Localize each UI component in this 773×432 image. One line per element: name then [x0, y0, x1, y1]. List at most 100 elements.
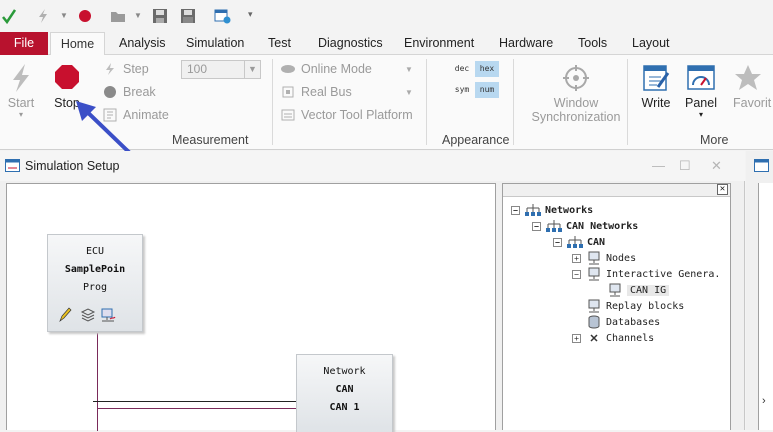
- expand-icon[interactable]: +: [572, 333, 581, 343]
- write-button[interactable]: Write: [637, 63, 675, 110]
- stack-icon[interactable]: [80, 308, 96, 325]
- chevron-down-icon[interactable]: ▼: [134, 11, 142, 20]
- window-synchronization-button[interactable]: Window Synchronization: [530, 63, 622, 124]
- tree-label: Replay blocks: [606, 300, 685, 312]
- tree-label: Networks: [545, 204, 594, 216]
- tree-label: Interactive Genera.: [606, 268, 721, 280]
- tree-item-replay-blocks[interactable]: Replay blocks: [586, 298, 684, 314]
- menu-layout[interactable]: Layout: [632, 36, 670, 50]
- menu-analysis[interactable]: Analysis: [119, 36, 166, 50]
- menu-simulation[interactable]: Simulation: [186, 36, 244, 50]
- network-block-name: CAN 1: [329, 402, 360, 413]
- chevron-right-icon[interactable]: ›: [762, 395, 766, 407]
- tree-item-interactive-generators[interactable]: − Interactive Genera.: [572, 266, 720, 282]
- tree-item-can-networks[interactable]: − CAN Networks: [532, 218, 638, 234]
- configuration-icon[interactable]: [214, 8, 232, 27]
- vector-tool-platform-button[interactable]: Vector Tool Platform: [280, 107, 413, 123]
- network-block-type: Network: [323, 366, 366, 377]
- close-icon[interactable]: ✕: [711, 158, 722, 174]
- save-icon[interactable]: [152, 8, 168, 27]
- menu-home[interactable]: Home: [50, 32, 105, 56]
- minimize-icon[interactable]: —: [652, 158, 665, 173]
- chevron-down-icon[interactable]: ▼: [60, 11, 68, 20]
- format-dec-button[interactable]: dec: [449, 61, 475, 77]
- chevron-down-icon: ▾: [698, 110, 703, 119]
- window-sync-label-2: Synchronization: [531, 110, 621, 124]
- bus-line: [93, 401, 298, 402]
- panel-label: Panel: [685, 96, 717, 110]
- menu-file[interactable]: File: [0, 32, 48, 55]
- stop-icon: [55, 65, 79, 89]
- tree-label: Databases: [606, 316, 661, 328]
- collapse-icon[interactable]: −: [553, 237, 562, 247]
- vector-tool-platform-label: Vector Tool Platform: [301, 108, 413, 122]
- node-icon: [586, 299, 602, 313]
- window-sync-icon: [563, 65, 589, 91]
- start-label: Start: [7, 96, 35, 110]
- tree-panel-header: ✕: [503, 184, 730, 197]
- menu-tools[interactable]: Tools: [578, 36, 607, 50]
- tree-item-networks[interactable]: − Networks: [511, 202, 593, 218]
- step-icon: [102, 61, 118, 77]
- separator: [627, 59, 628, 145]
- step-label: Step: [123, 62, 149, 76]
- stop-small-icon[interactable]: [78, 8, 92, 27]
- separator: [272, 59, 273, 145]
- speed-value: 100: [187, 62, 208, 76]
- step-button[interactable]: Step: [102, 61, 149, 77]
- write-label: Write: [641, 96, 671, 110]
- save-all-icon[interactable]: [180, 8, 196, 27]
- tree-label: CAN IG: [627, 284, 670, 296]
- chevron-down-icon[interactable]: ▼: [405, 65, 413, 74]
- real-bus-button[interactable]: Real Bus: [280, 84, 352, 100]
- collapse-icon[interactable]: −: [532, 221, 541, 231]
- tree-item-can[interactable]: − CAN: [553, 234, 605, 250]
- collapse-icon[interactable]: −: [572, 269, 581, 279]
- format-hex-button[interactable]: hex: [475, 61, 499, 77]
- menu-environment[interactable]: Environment: [404, 36, 474, 50]
- node-config-icon[interactable]: [100, 307, 116, 326]
- favorites-button[interactable]: Favorit: [733, 63, 773, 110]
- online-mode-button[interactable]: Online Mode: [280, 61, 372, 77]
- bus-connection-line: [97, 333, 98, 431]
- network-tree-panel: ✕ − Networks − CAN Networks − CAN + Node…: [502, 183, 731, 430]
- format-num-button[interactable]: num: [475, 82, 499, 98]
- expand-icon[interactable]: +: [572, 253, 581, 263]
- tree-item-channels[interactable]: + Channels: [572, 330, 654, 346]
- chevron-down-icon[interactable]: ▼: [405, 88, 413, 97]
- menu-diagnostics[interactable]: Diagnostics: [318, 36, 383, 50]
- run-check-icon[interactable]: [2, 8, 17, 27]
- speed-combo[interactable]: 100 ▼: [181, 60, 261, 79]
- maximize-icon[interactable]: ☐: [679, 158, 691, 174]
- collapse-icon[interactable]: −: [511, 205, 520, 215]
- favorites-label: Favorit: [733, 96, 772, 110]
- menu-test[interactable]: Test: [268, 36, 291, 50]
- simulation-canvas[interactable]: ECU SamplePoin Prog Network CAN CAN 1: [6, 183, 496, 432]
- panel-icon: [687, 65, 715, 90]
- platform-icon: [280, 107, 296, 123]
- open-folder-icon[interactable]: [110, 8, 126, 27]
- panel-button[interactable]: Panel ▾: [682, 63, 720, 119]
- window-icon: [754, 159, 770, 176]
- format-sym-button[interactable]: sym: [449, 82, 475, 98]
- network-icon: [525, 203, 541, 217]
- menu-hardware[interactable]: Hardware: [499, 36, 553, 50]
- ecu-block-type: ECU: [85, 246, 105, 257]
- customize-toolbar-icon[interactable]: ▾: [248, 9, 253, 20]
- tree-item-can-ig[interactable]: CAN IG: [607, 282, 670, 298]
- chevron-down-icon[interactable]: ▼: [244, 61, 260, 78]
- ecu-block[interactable]: ECU SamplePoin Prog: [47, 234, 143, 332]
- start-button[interactable]: Start ▾: [4, 63, 38, 119]
- tree-item-databases[interactable]: Databases: [586, 314, 660, 330]
- chevron-down-icon: ▾: [18, 110, 23, 119]
- node-icon: [586, 251, 602, 265]
- real-bus-label: Real Bus: [301, 85, 352, 99]
- tree-item-nodes[interactable]: + Nodes: [572, 250, 636, 266]
- pencil-icon[interactable]: [58, 307, 72, 326]
- group-more: More: [700, 133, 729, 147]
- network-block[interactable]: Network CAN CAN 1: [296, 354, 393, 432]
- online-mode-icon: [280, 61, 296, 77]
- tree-label: Channels: [606, 332, 655, 344]
- lightning-icon[interactable]: [37, 8, 49, 27]
- close-icon[interactable]: ✕: [717, 184, 728, 195]
